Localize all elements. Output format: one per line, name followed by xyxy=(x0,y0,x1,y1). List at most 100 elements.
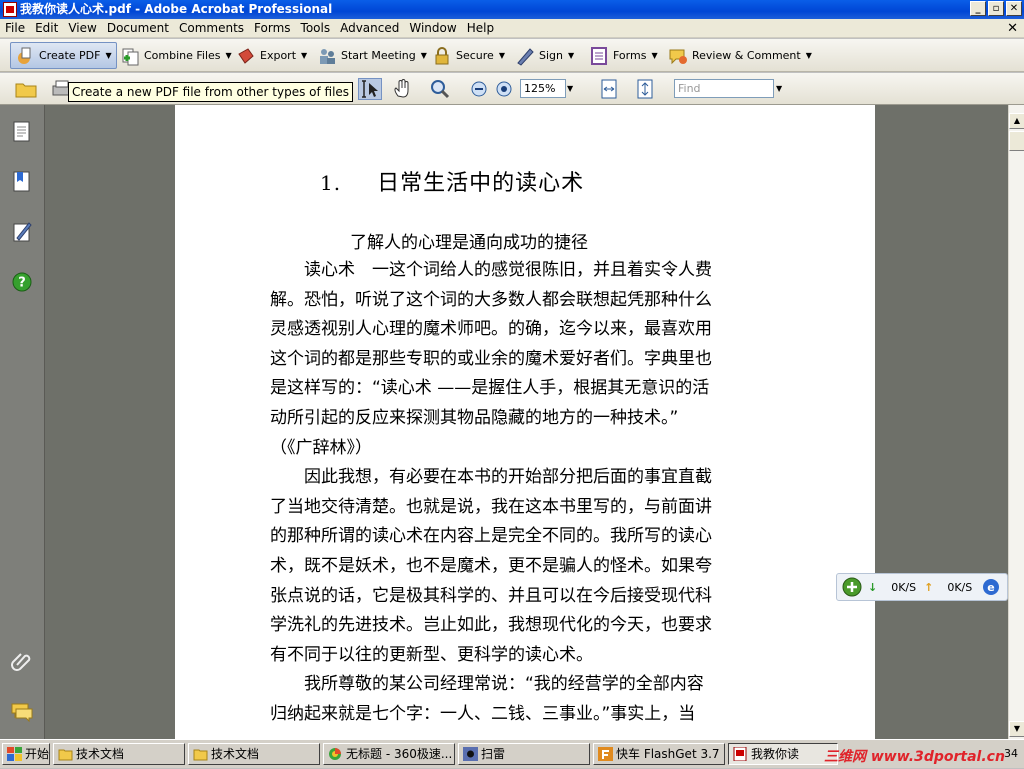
scroll-thumb[interactable] xyxy=(1009,131,1024,151)
find-input[interactable]: Find xyxy=(674,79,774,98)
create-pdf-icon xyxy=(15,46,35,66)
forms-icon xyxy=(589,46,609,66)
minimize-button[interactable]: _ xyxy=(970,1,986,16)
text-line: 动所引起的反应来探测其物品隐藏的地方的一种技术。” xyxy=(270,407,679,428)
menu-advanced[interactable]: Advanced xyxy=(335,21,404,35)
task-flashget[interactable]: 快车 FlashGet 3.7 xyxy=(593,743,725,765)
svg-text:?: ? xyxy=(18,276,26,291)
vertical-scrollbar[interactable]: ▲ ▼ xyxy=(1008,105,1024,739)
text-line: 归纳起来就是七个字：一人、二钱、三事业。”事实上，当 xyxy=(270,703,696,724)
menu-forms[interactable]: Forms xyxy=(249,21,295,35)
acrobat-app-icon xyxy=(3,2,17,17)
menu-view[interactable]: View xyxy=(63,21,101,35)
zoom-dropdown-arrow[interactable]: ▼ xyxy=(567,78,579,100)
folder-icon xyxy=(193,749,208,761)
signatures-panel-button[interactable] xyxy=(11,220,33,247)
scroll-down-button[interactable]: ▼ xyxy=(1009,721,1024,737)
help-button[interactable]: ? xyxy=(12,272,32,295)
pdf-page: 1. 日常生活中的读心术 了解人的心理是通向成功的捷径 读心术 一这个词给人的感觉… xyxy=(175,105,875,739)
zoom-in-button[interactable] xyxy=(493,78,517,100)
create-pdf-button[interactable]: Create PDF ▼ xyxy=(10,42,117,69)
system-tray: 三维网 www.3dportal.cn 34 xyxy=(784,740,1024,769)
acrobat-icon xyxy=(733,747,747,761)
sign-button[interactable]: Sign ▼ xyxy=(511,42,578,69)
flashget-icon xyxy=(598,747,613,761)
chevron-down-icon: ▼ xyxy=(651,51,658,60)
attachments-panel-button[interactable] xyxy=(11,650,33,675)
bookmarks-panel-button[interactable] xyxy=(11,170,33,197)
start-meeting-button[interactable]: Start Meeting ▼ xyxy=(313,42,431,69)
upload-arrow-icon: ↑ xyxy=(924,580,934,594)
pages-panel-button[interactable] xyxy=(11,120,33,147)
navigation-pane: ? xyxy=(0,105,45,739)
zoom-input[interactable]: 125% xyxy=(520,79,566,98)
menu-comments[interactable]: Comments xyxy=(174,21,249,35)
document-close-button[interactable]: ✕ xyxy=(1007,21,1018,36)
task-folder-2[interactable]: 技术文档 xyxy=(188,743,320,765)
review-comment-button[interactable]: Review & Comment ▼ xyxy=(664,42,816,69)
review-comment-label: Review & Comment xyxy=(692,49,801,62)
start-button[interactable]: 开始 xyxy=(2,743,50,765)
task-minesweeper[interactable]: 扫雷 xyxy=(458,743,590,765)
menu-window[interactable]: Window xyxy=(404,21,461,35)
find-dropdown-arrow[interactable]: ▼ xyxy=(776,78,788,100)
fit-width-icon xyxy=(601,79,617,99)
body-text: 读心术 一这个词给人的感觉很陈旧，并且着实令人费 解。恐怕，听说了这个词的大多数… xyxy=(270,256,785,730)
chevron-down-icon: ▼ xyxy=(301,51,308,60)
fit-width-button[interactable] xyxy=(597,78,621,100)
comments-panel-button[interactable] xyxy=(10,701,34,726)
open-folder-button[interactable] xyxy=(14,78,38,100)
scroll-up-button[interactable]: ▲ xyxy=(1009,113,1024,129)
task-label: 快车 FlashGet 3.7 xyxy=(616,747,720,761)
hand-tool-button[interactable] xyxy=(391,78,415,100)
pages-icon xyxy=(13,121,30,142)
fit-page-icon xyxy=(637,79,653,99)
bookmark-icon xyxy=(13,171,30,192)
export-button[interactable]: Export ▼ xyxy=(232,42,311,69)
sign-label: Sign xyxy=(539,49,563,62)
text-line: 因此我想，有必要在本书的开始部分把后面的事宜直截 xyxy=(270,467,712,488)
download-arrow-icon: ↓ xyxy=(868,580,878,594)
select-tool-button[interactable] xyxy=(358,78,382,100)
accelerator-icon xyxy=(842,577,862,597)
task-label: 扫雷 xyxy=(481,747,506,761)
chevron-down-icon: ▼ xyxy=(420,51,427,60)
zoom-out-button[interactable] xyxy=(468,78,492,100)
menu-document[interactable]: Document xyxy=(102,21,174,35)
cursor-icon xyxy=(362,80,378,98)
menu-help[interactable]: Help xyxy=(462,21,499,35)
windows-logo-icon xyxy=(7,747,22,761)
text-line: 是这样写的：“读心术 ——是握住人手，根据其无意识的活 xyxy=(270,378,710,399)
download-speed: 0K/S xyxy=(891,580,917,594)
create-pdf-label: Create PDF xyxy=(39,49,101,62)
text-line: 张点说的话，它是极其科学的、并且可以在今后接受现代科 xyxy=(270,585,712,606)
task-label: 无标题 - 360极速... xyxy=(346,747,453,761)
secure-button[interactable]: Secure ▼ xyxy=(428,42,509,69)
task-label: 技术文档 xyxy=(211,747,260,761)
text-line: 有不同于以往的更新型、更科学的读心术。 xyxy=(270,644,593,665)
comment-bubble-icon xyxy=(668,46,688,66)
chevron-down-icon: ▼ xyxy=(568,51,575,60)
task-browser[interactable]: 无标题 - 360极速... xyxy=(323,743,455,765)
text-line: 读心术 一这个词给人的感觉很陈旧，并且着实令人费 xyxy=(270,260,712,280)
fit-page-button[interactable] xyxy=(633,78,657,100)
close-button[interactable]: ✕ xyxy=(1006,1,1022,16)
menu-file[interactable]: File xyxy=(0,21,30,35)
zoom-out-icon xyxy=(471,81,487,97)
download-speed-widget[interactable]: ↓ 0K/S ↑ 0K/S e xyxy=(836,573,1008,601)
menu-edit[interactable]: Edit xyxy=(30,21,63,35)
text-line: 了当地交待清楚。也就是说，我在这本书里写的，与前面讲 xyxy=(270,496,712,517)
text-line: 解。恐怕，听说了这个词的大多数人都会联想起凭那种什么 xyxy=(270,289,712,310)
combine-files-button[interactable]: Combine Files ▼ xyxy=(116,42,236,69)
menu-tools[interactable]: Tools xyxy=(296,21,336,35)
chapter-number: 1. xyxy=(320,171,342,195)
zoom-tool-button[interactable] xyxy=(428,78,452,100)
title-bar: 我教你读人心术.pdf - Adobe Acrobat Professional… xyxy=(0,0,1024,19)
task-folder-1[interactable]: 技术文档 xyxy=(53,743,185,765)
taskbar: 开始 技术文档 技术文档 无标题 - 360极速... 扫雷 快车 FlashG… xyxy=(0,739,1024,768)
text-line: 的那种所谓的读心术在内容上是完全不同的。我所写的读心 xyxy=(270,526,712,547)
maximize-button[interactable]: ▫ xyxy=(988,1,1004,16)
browser-icon xyxy=(329,748,341,760)
forms-button[interactable]: Forms ▼ xyxy=(585,42,662,69)
task-label: 技术文档 xyxy=(76,747,125,761)
